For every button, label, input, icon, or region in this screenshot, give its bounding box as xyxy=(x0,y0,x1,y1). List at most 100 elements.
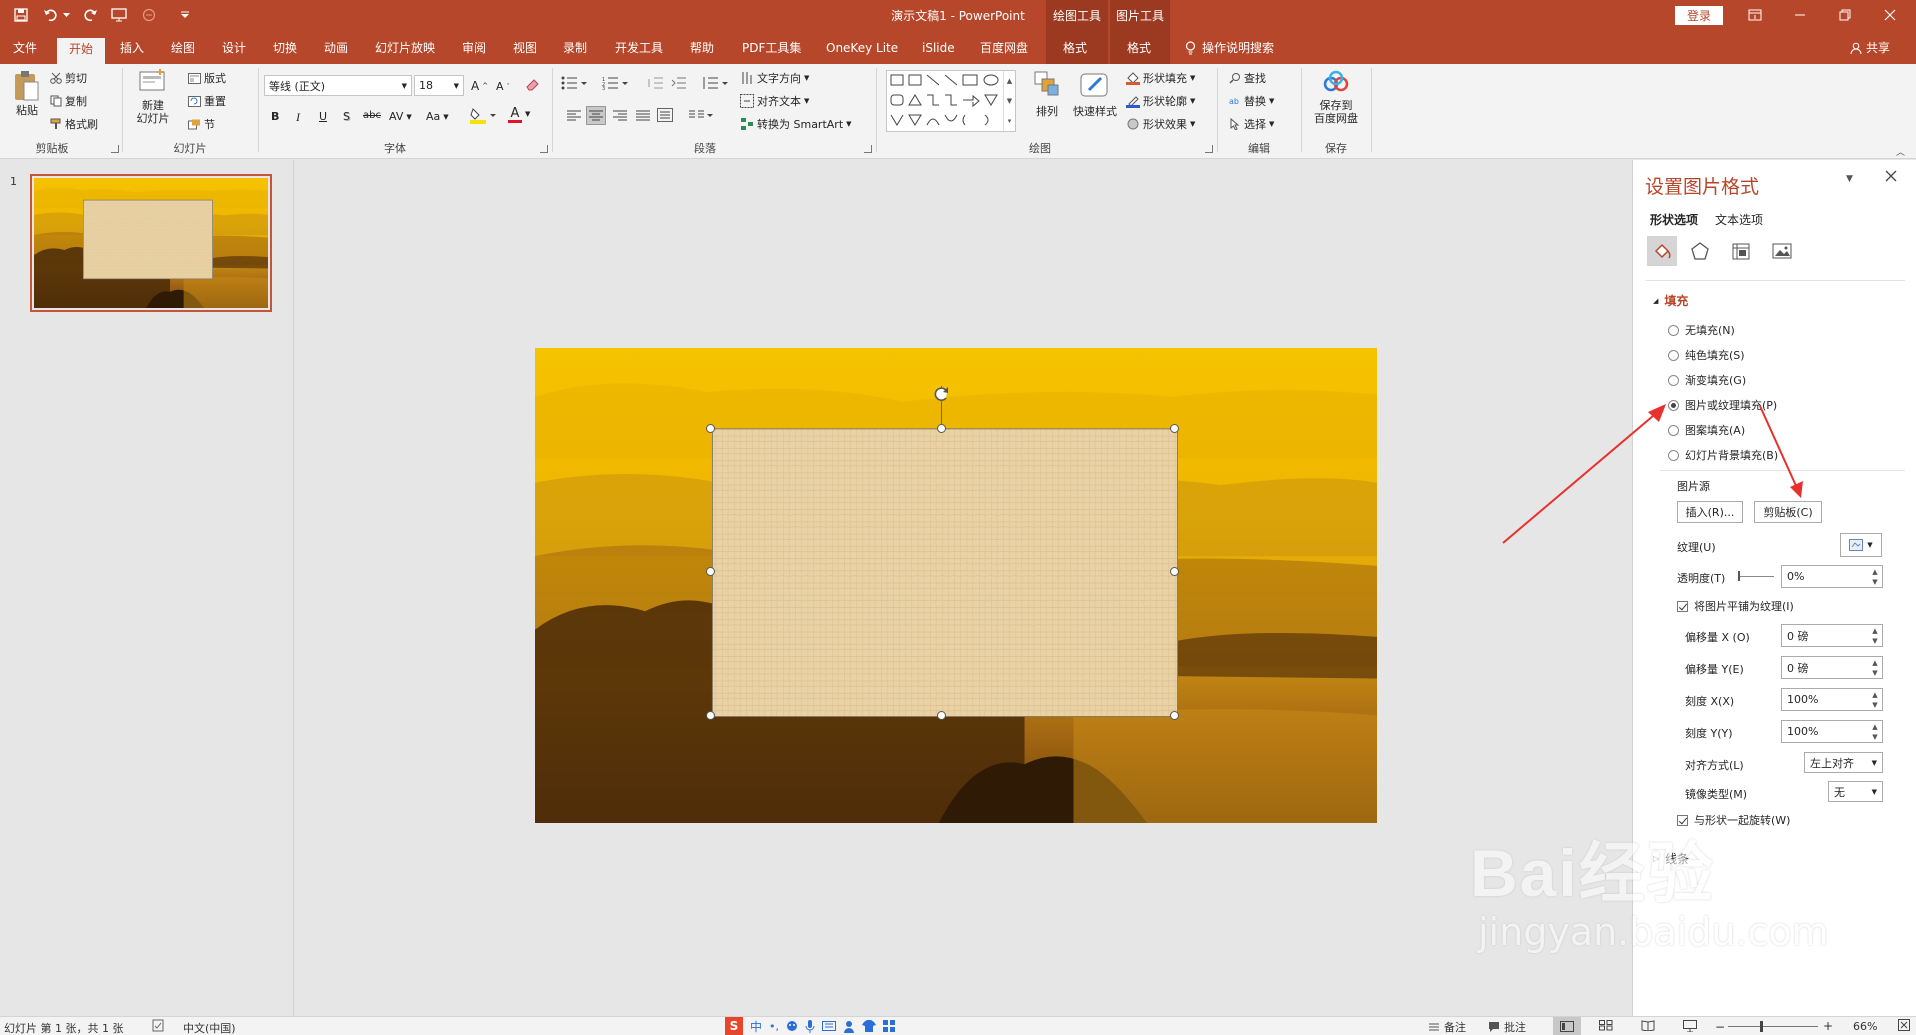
reset-button[interactable]: 重置 xyxy=(188,93,226,109)
alignment-dropdown[interactable]: 左上对齐 ▼ xyxy=(1804,752,1883,773)
resize-handle-e[interactable] xyxy=(1170,567,1179,576)
strikethrough-button[interactable]: abc xyxy=(363,110,381,121)
shape-fill-button[interactable]: 形状填充 ▼ xyxy=(1126,70,1195,86)
notes-button[interactable]: 备注 xyxy=(1428,1019,1466,1035)
copy-button[interactable]: 复制 xyxy=(50,93,87,109)
tab-picture-format[interactable]: 格式 xyxy=(1127,38,1151,58)
ribbon-display-options-icon[interactable] xyxy=(1740,5,1770,25)
resize-handle-w[interactable] xyxy=(706,567,715,576)
toolbox-icon[interactable] xyxy=(883,1020,896,1032)
textured-rectangle-shape[interactable] xyxy=(711,428,1179,717)
tab-draw[interactable]: 绘图 xyxy=(171,38,195,58)
punctuation-icon[interactable]: •, xyxy=(769,1020,779,1033)
restore-icon[interactable] xyxy=(1830,5,1860,25)
zoom-slider[interactable] xyxy=(1728,1021,1818,1032)
size-properties-icon[interactable] xyxy=(1731,241,1751,261)
fill-option-solid[interactable]: 纯色填充(S) xyxy=(1668,347,1745,363)
normal-view-button[interactable] xyxy=(1553,1017,1581,1035)
align-text-button[interactable]: 对齐文本 ▼ xyxy=(740,93,809,109)
section-button[interactable]: 节 xyxy=(188,116,215,132)
change-case-button[interactable]: Aa ▼ xyxy=(426,110,449,123)
effects-pentagon-icon[interactable] xyxy=(1690,241,1710,261)
distribute-icon[interactable] xyxy=(657,108,673,122)
font-name-combo[interactable]: 等线 (正文) ▼ xyxy=(264,75,412,96)
picture-icon[interactable] xyxy=(1772,241,1792,261)
user-icon[interactable] xyxy=(843,1020,855,1033)
decrease-font-size-button[interactable]: Aˇ xyxy=(496,80,510,93)
tab-developer[interactable]: 开发工具 xyxy=(615,38,663,58)
scale-x-spinner[interactable]: 100% ▲ ▼ xyxy=(1781,688,1883,711)
line-spacing-icon[interactable] xyxy=(702,76,728,90)
tab-transitions[interactable]: 切换 xyxy=(273,38,297,58)
offset-x-spinner[interactable]: 0 磅 ▲ ▼ xyxy=(1781,624,1883,647)
tab-record[interactable]: 录制 xyxy=(563,38,587,58)
underline-button[interactable]: U xyxy=(319,110,327,123)
reading-view-icon[interactable] xyxy=(1641,1020,1655,1031)
tab-baidu-netdisk[interactable]: 百度网盘 xyxy=(980,38,1028,58)
tab-pdf-tools[interactable]: PDF工具集 xyxy=(742,38,801,58)
paste-button[interactable]: 粘贴 xyxy=(12,70,42,118)
font-size-combo[interactable]: 18 ▼ xyxy=(414,75,464,96)
clipboard-button[interactable]: 剪贴板(C) xyxy=(1754,501,1822,523)
tab-home[interactable]: 开始 xyxy=(57,38,106,64)
slide[interactable] xyxy=(535,348,1377,823)
resize-handle-se[interactable] xyxy=(1170,711,1179,720)
tile-as-texture-checkbox[interactable]: 将图片平铺为纹理(I) xyxy=(1677,598,1794,614)
mirror-type-dropdown[interactable]: 无 ▼ xyxy=(1828,781,1883,802)
align-center-button[interactable] xyxy=(586,106,606,125)
align-right-icon[interactable] xyxy=(612,110,628,122)
fill-line-tab[interactable] xyxy=(1647,236,1677,266)
clear-formatting-icon[interactable] xyxy=(524,76,540,92)
fit-to-window-icon[interactable] xyxy=(1898,1019,1910,1031)
character-spacing-button[interactable]: AV ▼ xyxy=(389,110,412,123)
tell-me-search[interactable]: 操作说明搜索 xyxy=(1185,38,1274,58)
resize-handle-n[interactable] xyxy=(937,424,946,433)
resize-handle-s[interactable] xyxy=(937,711,946,720)
tab-slideshow[interactable]: 幻灯片放映 xyxy=(375,38,435,58)
fill-option-pattern[interactable]: 图案填充(A) xyxy=(1668,422,1745,438)
resize-handle-sw[interactable] xyxy=(706,711,715,720)
insert-picture-button[interactable]: 插入(R)... xyxy=(1677,501,1743,523)
comments-button[interactable]: 批注 xyxy=(1488,1019,1526,1035)
resize-handle-ne[interactable] xyxy=(1170,424,1179,433)
highlight-color-icon[interactable] xyxy=(470,107,496,125)
select-button[interactable]: 选择 ▼ xyxy=(1229,116,1274,132)
sogou-icon[interactable]: S xyxy=(725,1017,743,1035)
new-slide-button[interactable]: 新建 幻灯片 xyxy=(132,68,174,125)
tab-insert[interactable]: 插入 xyxy=(120,38,144,58)
align-left-icon[interactable] xyxy=(566,110,582,122)
increase-indent-icon[interactable] xyxy=(671,76,687,90)
slide-thumbnail[interactable] xyxy=(30,174,272,312)
spellcheck-icon[interactable] xyxy=(152,1019,166,1032)
quick-styles-button[interactable]: 快速样式 xyxy=(1070,70,1120,119)
increase-font-size-button[interactable]: A ^ xyxy=(471,79,488,93)
cut-button[interactable]: 剪切 xyxy=(50,70,87,86)
fill-option-gradient[interactable]: 渐变填充(G) xyxy=(1668,372,1746,388)
slide-sorter-icon[interactable] xyxy=(1599,1020,1613,1031)
transparency-spinner[interactable]: 0% ▲ ▼ xyxy=(1781,565,1883,588)
text-direction-button[interactable]: 文字方向 ▼ xyxy=(740,70,809,86)
tab-onekey-lite[interactable]: OneKey Lite xyxy=(826,38,898,58)
tab-text-options[interactable]: 文本选项 xyxy=(1715,211,1763,228)
microphone-icon[interactable] xyxy=(805,1019,815,1033)
save-to-baidu-button[interactable]: 保存到 百度网盘 xyxy=(1306,70,1366,125)
paragraph-launcher-icon[interactable] xyxy=(864,145,872,153)
tab-view[interactable]: 视图 xyxy=(513,38,537,58)
format-painter-button[interactable]: 格式刷 xyxy=(50,116,98,132)
gallery-scroll-icon[interactable]: ▲ ▼ ▾ xyxy=(1003,71,1015,133)
fill-section-header[interactable]: ◢ 填充 xyxy=(1653,292,1688,309)
offset-y-spinner[interactable]: 0 磅 ▲ ▼ xyxy=(1781,656,1883,679)
tab-file[interactable]: 文件 xyxy=(13,38,37,58)
shapes-gallery[interactable]: ▲ ▼ ▾ xyxy=(886,70,1016,133)
numbering-icon[interactable]: 123 xyxy=(602,76,632,90)
shape-outline-button[interactable]: 形状轮廓 ▼ xyxy=(1126,93,1195,109)
zoom-out-button[interactable]: − xyxy=(1715,1020,1725,1034)
close-window-icon[interactable] xyxy=(1875,5,1905,25)
minimize-icon[interactable] xyxy=(1785,5,1815,25)
shape-effects-button[interactable]: 形状效果 ▼ xyxy=(1126,116,1195,132)
justify-icon[interactable] xyxy=(635,110,651,122)
rotate-handle-icon[interactable] xyxy=(932,384,952,404)
tab-help[interactable]: 帮助 xyxy=(690,38,714,58)
tab-islide[interactable]: iSlide xyxy=(922,38,955,58)
tab-review[interactable]: 审阅 xyxy=(462,38,486,58)
